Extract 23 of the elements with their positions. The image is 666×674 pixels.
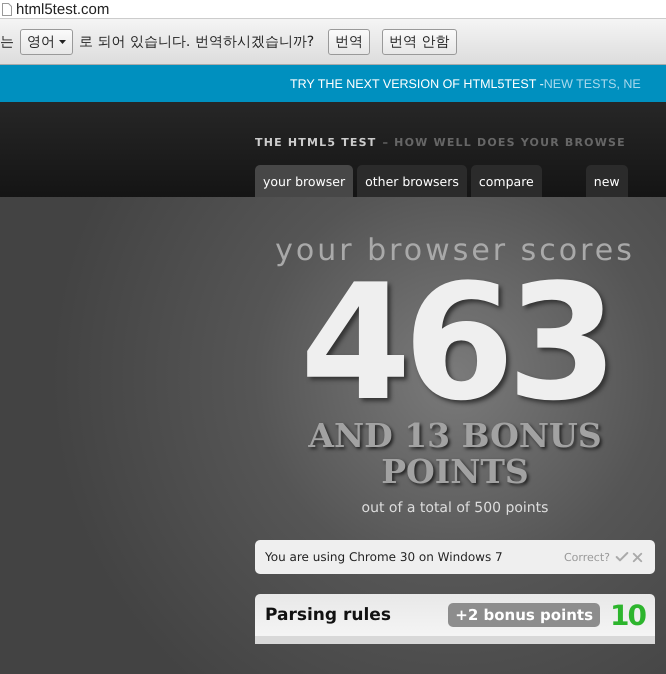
total-text: out of a total of 500 points	[362, 500, 548, 516]
nav-tab[interactable]: new	[586, 165, 628, 197]
caret-icon	[59, 40, 66, 44]
translate-text: 는	[0, 32, 14, 50]
site-title: THE HTML5 TEST	[255, 136, 376, 149]
score-number: 463	[300, 268, 610, 418]
bonus-points-text: AND 13 BONUS POINTS	[307, 418, 603, 490]
translate-message: 로 되어 있습니다. 번역하시겠습니까?	[79, 32, 314, 50]
browser-info-text: You are using Chrome 30 on Windows 7	[265, 550, 504, 564]
nav-tab[interactable]: compare	[470, 165, 542, 197]
nav-tab[interactable]: your browser	[255, 165, 354, 197]
banner-text[interactable]: TRY THE NEXT VERSION OF HTML5TEST -	[290, 76, 544, 90]
score-intro: your browser scores	[275, 233, 635, 268]
correct-question: Correct?	[564, 550, 610, 564]
nav-tab[interactable]: other browsers	[357, 165, 467, 197]
section-score: 10	[610, 598, 645, 632]
translate-button[interactable]: 번역 안함	[382, 28, 457, 54]
section-title: Parsing rules	[265, 605, 392, 625]
language-dropdown[interactable]: 영어	[20, 28, 73, 54]
url-text[interactable]: html5test.com	[16, 0, 110, 18]
site-subtitle: – HOW WELL DOES YOUR BROWSE	[382, 136, 626, 149]
translate-button[interactable]: 번역	[328, 28, 370, 54]
bonus-badge: +2 bonus points	[448, 603, 600, 627]
